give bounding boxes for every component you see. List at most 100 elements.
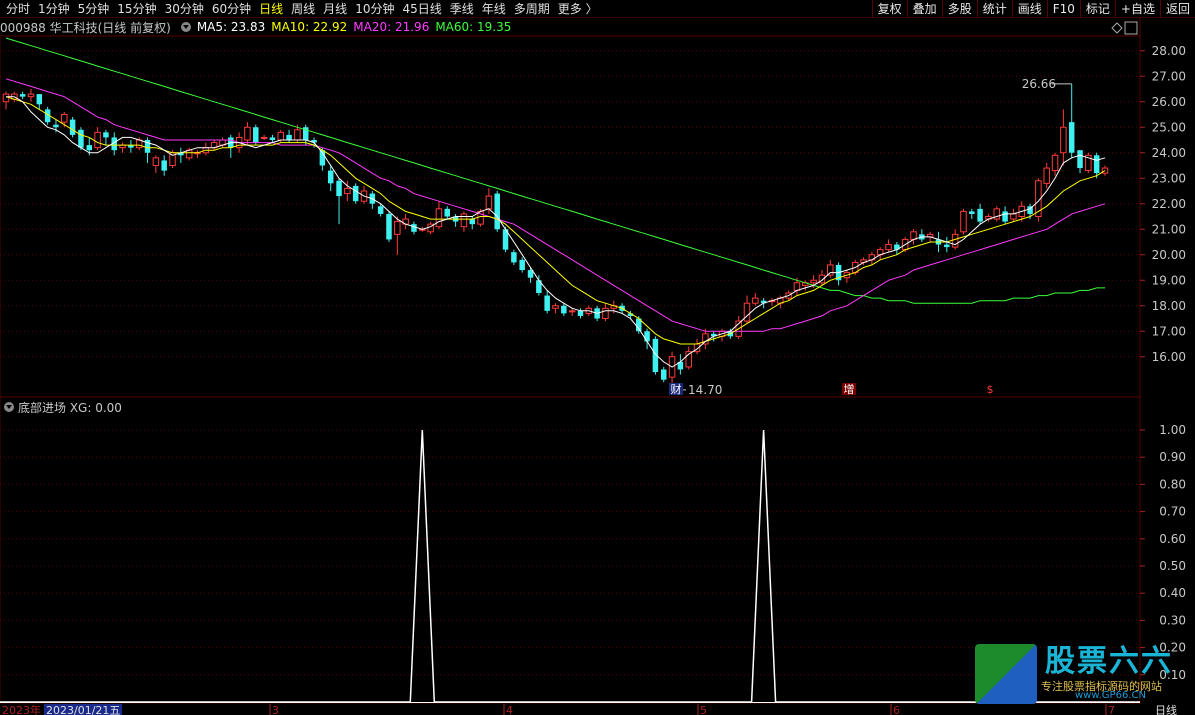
candle-body-down	[644, 331, 650, 342]
price-axis-label: 21.00	[1152, 222, 1186, 236]
candle-body-up	[602, 307, 609, 319]
candle-body-down	[469, 219, 475, 225]
candle-body-up	[2, 93, 10, 103]
candle-body-down	[36, 94, 43, 105]
candle-body-up	[260, 136, 268, 139]
date-axis-bg	[0, 704, 1195, 715]
price-axis-label: 24.00	[1152, 146, 1186, 160]
date-tick-label: 5	[700, 704, 707, 715]
candle-body-up	[752, 297, 759, 304]
candle-body-down	[411, 224, 417, 232]
candle-body-down	[444, 208, 451, 217]
indicator-axis-label: 0.50	[1159, 559, 1186, 573]
candle-body-up	[552, 305, 559, 309]
candle-body-down	[660, 369, 667, 380]
price-axis-label: 20.00	[1152, 248, 1186, 262]
date-tick-label: 4	[506, 704, 513, 715]
candle-body-down	[327, 170, 334, 184]
candle-body-up	[810, 279, 817, 284]
candle-body-up	[460, 213, 468, 228]
price-axis-label: 25.00	[1152, 120, 1186, 134]
candle-body-up	[960, 210, 967, 233]
indicator-axis-label: 0.70	[1159, 505, 1186, 519]
candle-body-down	[577, 310, 584, 316]
candle-body-up	[185, 149, 193, 159]
candle-body-down	[511, 252, 517, 263]
candle-body-down	[269, 137, 276, 140]
price-axis-label: 27.00	[1152, 69, 1186, 83]
low-price-label: 14.70	[688, 383, 722, 397]
candle-body-up	[1051, 154, 1059, 172]
candle-body-down	[336, 180, 342, 197]
date-axis-start: 2023年	[2, 703, 41, 715]
gp66-logo-icon	[975, 644, 1037, 704]
candle-body-up	[294, 129, 301, 141]
diamond-icon	[1111, 22, 1123, 34]
price-axis-label: 23.00	[1152, 171, 1186, 185]
high-price-label: 26.66	[1022, 77, 1056, 91]
candle-body-down	[1077, 150, 1083, 169]
indicator-axis-label: 0.60	[1159, 532, 1186, 546]
indicator-settings-icon[interactable]	[4, 402, 14, 412]
date-tick-label: 3	[272, 704, 279, 715]
price-panel-frame	[0, 35, 1141, 398]
candle-body-up	[394, 221, 401, 235]
watermark-title: 股票六六	[1045, 644, 1173, 679]
candle-body-up	[277, 131, 284, 141]
candle-body-up	[827, 264, 834, 276]
candle-body-down	[519, 259, 525, 271]
price-axis-label: 16.00	[1152, 350, 1186, 364]
indicator-axis-label: 0.40	[1159, 586, 1186, 600]
kline-chart[interactable]: 28.00 27.00 26.00 25.00 24.00 23.00 22.00 21.00…	[0, 0, 1195, 715]
candle-body-down	[69, 119, 76, 135]
date-period-label: 日线	[1155, 703, 1177, 715]
panel-settings-icon	[1124, 21, 1138, 35]
candle-body-up	[135, 139, 143, 149]
indicator-axis-label: 0.90	[1159, 450, 1186, 464]
candle-body-up	[885, 244, 892, 251]
candle-body-up	[485, 195, 493, 210]
candle-body-down	[161, 160, 167, 171]
candle-body-up	[94, 131, 101, 149]
watermark-logo: 股票六六 专注股票指标源码的网站 www.GP66.CN	[975, 644, 1190, 704]
price-axis-label: 22.00	[1152, 197, 1186, 211]
candle-body-up	[435, 208, 443, 228]
candle-body-down	[103, 132, 109, 138]
candle-body-up	[1010, 213, 1017, 220]
candle-body-down	[253, 127, 259, 143]
candle-body-up	[344, 187, 351, 195]
candle-body-down	[352, 185, 359, 202]
candle-body-down	[386, 213, 392, 240]
price-axis-label: 18.00	[1152, 299, 1186, 313]
candle-body-down	[1093, 155, 1100, 174]
candle-body-down	[944, 244, 950, 248]
candle-body-down	[78, 129, 84, 148]
candle-body-down	[544, 295, 550, 311]
candle-body-down	[86, 145, 93, 151]
candle-body-up	[244, 126, 251, 141]
ma5-line	[6, 96, 1106, 368]
candle-body-down	[969, 211, 975, 214]
date-tick-label: 6	[893, 704, 900, 715]
price-axis-label: 19.00	[1152, 273, 1186, 287]
date-tick-label: 7	[1108, 704, 1115, 715]
candle-body-down	[494, 193, 500, 230]
indicator-title: 底部进场 XG: 0.00	[18, 400, 122, 415]
indicator-axis-label: 0.80	[1159, 477, 1186, 491]
event-marker-zeng: 增	[844, 382, 855, 396]
event-marker-dollar: $	[987, 383, 994, 396]
candle-body-down	[19, 94, 26, 97]
price-axis-label: 28.00	[1152, 44, 1186, 58]
indicator-axis-label: 1.00	[1159, 423, 1186, 437]
candle-body-up	[61, 114, 68, 123]
candle-body-down	[377, 206, 384, 214]
candle-body-down	[1068, 122, 1075, 153]
indicator-axis-label: 0.30	[1159, 613, 1186, 627]
candle-body-up	[1060, 126, 1067, 154]
indicator-panel-frame	[0, 396, 1141, 705]
candle-body-down	[977, 208, 983, 222]
price-axis-label: 26.00	[1152, 95, 1186, 109]
watermark-url: www.GP66.CN	[1075, 690, 1146, 701]
candle-body-up	[1043, 167, 1050, 184]
price-axis-label: 17.00	[1152, 324, 1186, 338]
